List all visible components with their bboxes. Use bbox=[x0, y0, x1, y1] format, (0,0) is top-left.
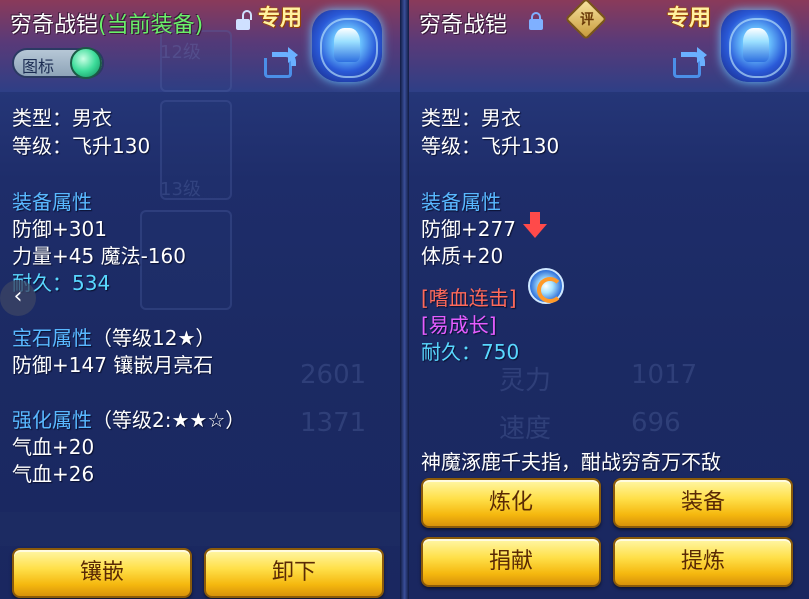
compare-item-panel: 灵力 1017 速度 696 穷奇战铠 评 专用 类型：男衣 等级：飞升130 … bbox=[409, 0, 809, 599]
gem-detail-line: 防御+147 镶嵌月亮石 bbox=[12, 353, 214, 377]
enhance-header: 强化属性 bbox=[12, 408, 92, 432]
constitution-line: 体质+20 bbox=[421, 244, 504, 268]
donate-button[interactable]: 捐献 bbox=[421, 537, 601, 587]
type-line: 类型：男衣 bbox=[12, 106, 112, 130]
equipped-status: (当前装备) bbox=[98, 13, 204, 38]
defense-line: 防御+301 bbox=[12, 217, 107, 241]
str-magic-line: 力量+45 魔法-160 bbox=[12, 244, 186, 268]
flavor-text: 神魔涿鹿千夫指，酣战穷奇万不敌 bbox=[421, 450, 721, 474]
bg-spirit-value: 1017 bbox=[631, 360, 698, 390]
armor-icon bbox=[312, 10, 382, 82]
share-icon[interactable] bbox=[673, 47, 707, 80]
item-name: 穷奇战铠 bbox=[10, 13, 99, 38]
bg-bottom-row bbox=[0, 512, 400, 546]
toggle-knob[interactable] bbox=[70, 47, 102, 79]
special-tag: [易成长] bbox=[421, 313, 497, 337]
bg-speed-label: 速度 bbox=[499, 414, 552, 444]
gem-level: （等级12★） bbox=[92, 326, 216, 350]
equip-button[interactable]: 装备 bbox=[613, 478, 793, 528]
share-icon[interactable] bbox=[264, 47, 298, 80]
icon-toggle[interactable]: 图标 bbox=[12, 47, 104, 79]
skill-tag: [嗜血连击] bbox=[421, 286, 517, 310]
enhance-attr-line: 强化属性（等级2:★★☆） bbox=[12, 404, 245, 433]
lock-icon[interactable] bbox=[529, 12, 543, 30]
equip-attr-header: 装备属性 bbox=[421, 190, 501, 214]
unequip-button[interactable]: 卸下 bbox=[204, 548, 384, 598]
chevron-left-icon[interactable]: ‹ bbox=[0, 280, 36, 316]
bg-level13: 13级 bbox=[160, 179, 201, 200]
bg-attack-value: 2601 bbox=[300, 360, 367, 390]
exclusive-tag: 专用 bbox=[258, 6, 303, 31]
skill-icon[interactable] bbox=[528, 268, 564, 304]
item-title: 穷奇战铠(当前装备) bbox=[10, 7, 203, 39]
toggle-label: 图标 bbox=[22, 57, 55, 76]
eval-badge-text: 评 bbox=[580, 12, 594, 28]
type-line: 类型：男衣 bbox=[421, 106, 521, 130]
inlay-button[interactable]: 镶嵌 bbox=[12, 548, 192, 598]
equipped-item-panel: 12级 13级 2601 1371 穷奇战铠(当前装备) 专用 图标 类型：男衣… bbox=[0, 0, 400, 599]
level-line: 等级：飞升130 bbox=[421, 134, 560, 158]
gem-attr-line: 宝石属性（等级12★） bbox=[12, 322, 215, 351]
hp-line-2: 气血+26 bbox=[12, 462, 95, 486]
level-line: 等级：飞升130 bbox=[12, 134, 151, 158]
extract-button[interactable]: 提炼 bbox=[613, 537, 793, 587]
equip-attr-header: 装备属性 bbox=[12, 190, 92, 214]
hp-line-1: 气血+20 bbox=[12, 435, 95, 459]
down-arrow-icon bbox=[523, 212, 547, 240]
bg-spirit-label: 灵力 bbox=[499, 366, 552, 396]
enhance-level: （等级2:★★☆） bbox=[92, 408, 246, 432]
armor-icon bbox=[721, 10, 791, 82]
exclusive-tag: 专用 bbox=[667, 6, 712, 31]
gem-header: 宝石属性 bbox=[12, 326, 92, 350]
durability-line: 耐久：750 bbox=[421, 340, 520, 364]
bg-speed-value: 696 bbox=[631, 408, 681, 438]
lock-open-icon[interactable] bbox=[236, 10, 252, 30]
bg-level12: 12级 bbox=[160, 42, 201, 63]
bg-defense-value: 1371 bbox=[300, 408, 367, 438]
refine-button[interactable]: 炼化 bbox=[421, 478, 601, 528]
item-title: 穷奇战铠 bbox=[419, 13, 508, 38]
panel-divider bbox=[400, 0, 409, 599]
defense-line: 防御+277 bbox=[421, 217, 516, 241]
